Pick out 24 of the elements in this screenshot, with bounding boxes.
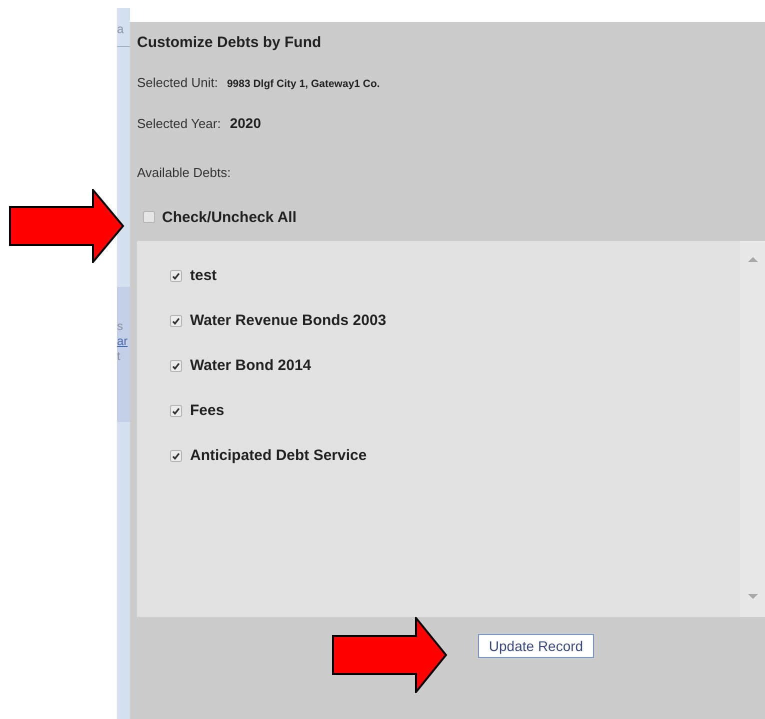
field-value: 2020: [230, 115, 262, 131]
background-text: s: [117, 319, 124, 334]
checkbox[interactable]: [170, 360, 182, 372]
field-label: Selected Year:: [137, 116, 221, 131]
arrow-icon: [332, 617, 448, 693]
checkbox-label[interactable]: Water Revenue Bonds 2003: [190, 312, 386, 329]
checkbox[interactable]: [170, 404, 182, 416]
checkbox[interactable]: [170, 314, 182, 326]
checkbox-label[interactable]: Fees: [190, 402, 224, 419]
checkbox[interactable]: [170, 270, 182, 282]
arrow-icon: [9, 189, 125, 263]
checkbox-label[interactable]: Anticipated Debt Service: [190, 447, 367, 464]
background-text: t: [117, 349, 122, 364]
field-label: Selected Unit:: [137, 75, 218, 90]
checkbox-label[interactable]: Water Bond 2014: [190, 357, 312, 374]
section-label: Available Debts:: [137, 164, 232, 182]
update-record-button[interactable]: Update Record: [478, 634, 594, 658]
checkbox-label[interactable]: Check/Uncheck All: [162, 208, 296, 226]
field-value: 9983 Dlgf City 1, Gateway1 Co.: [226, 78, 380, 90]
dialog-title: Customize Debts by Fund: [137, 33, 322, 53]
checkbox-label[interactable]: test: [190, 267, 217, 284]
checkbox[interactable]: [143, 211, 155, 223]
checkbox[interactable]: [170, 450, 182, 462]
background-text: a: [117, 22, 125, 37]
